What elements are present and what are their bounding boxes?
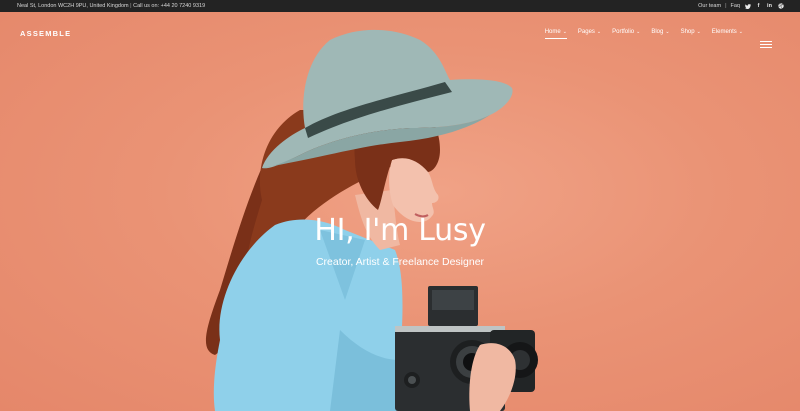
- nav-item-elements[interactable]: Elements ⌄: [712, 29, 743, 35]
- hamburger-icon[interactable]: [760, 41, 772, 48]
- nav-item-label: Portfolio: [612, 29, 635, 35]
- camera-illustration: [395, 286, 538, 411]
- nav-item-shop[interactable]: Shop ⌄: [681, 29, 701, 35]
- nav-item-label: Shop: [680, 29, 695, 35]
- hero-photo-woman-with-camera: [205, 29, 538, 411]
- nav-item-home[interactable]: Home ⌄: [544, 28, 568, 39]
- chevron-down-icon: ⌄: [696, 28, 701, 35]
- nav-item-pages[interactable]: Pages ⌄: [578, 29, 601, 35]
- nav-item-portfolio[interactable]: Portfolio ⌄: [612, 29, 640, 35]
- chevron-down-icon: ⌄: [562, 28, 567, 35]
- chevron-down-icon: ⌄: [665, 28, 670, 35]
- chevron-down-icon: ⌄: [738, 28, 743, 35]
- nav-item-label: Blog: [651, 29, 664, 35]
- nav-item-label: Elements: [711, 29, 737, 35]
- nav-menu: Home ⌄ Pages ⌄ Portfolio ⌄ Blog ⌄ Shop ⌄ Elem…: [544, 28, 743, 39]
- chevron-down-icon: ⌄: [596, 28, 602, 35]
- nav-item-label: Home: [544, 29, 561, 35]
- nav-item-label: Pages: [577, 29, 595, 35]
- chevron-down-icon: ⌄: [636, 28, 641, 35]
- main-navigation: ASSEMBLE Home ⌄ Pages ⌄ Portfolio ⌄ Blog ⌄ S…: [0, 12, 800, 54]
- hero-title: HI, I'm Lusy: [314, 213, 486, 248]
- nav-item-blog[interactable]: Blog ⌄: [651, 29, 669, 35]
- site-logo[interactable]: ASSEMBLE: [20, 29, 71, 38]
- hero-subtitle: Creator, Artist & Freelance Designer: [315, 256, 485, 268]
